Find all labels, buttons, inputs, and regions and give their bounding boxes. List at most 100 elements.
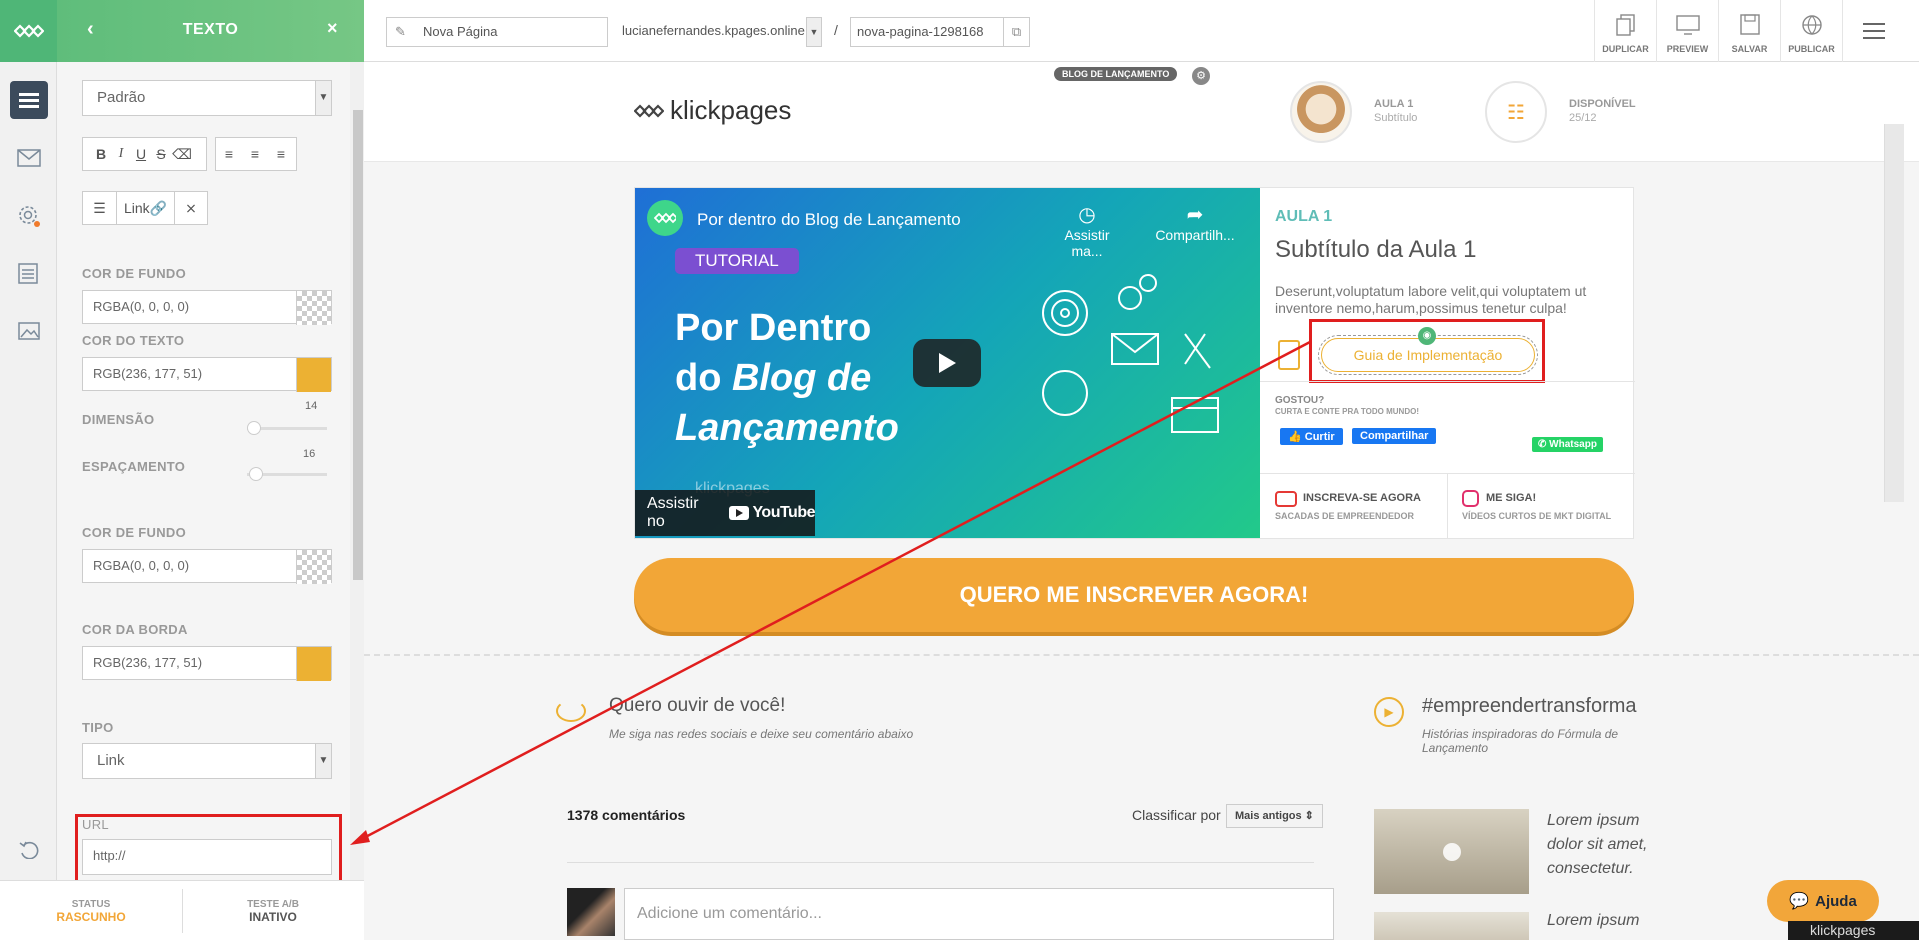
sort-label: Classificar por <box>1132 807 1221 823</box>
url-input[interactable]: http:// <box>82 839 332 875</box>
video-line2b: Blog de <box>731 357 872 399</box>
form-icon[interactable] <box>10 254 48 292</box>
page-name-input[interactable]: ✎ Nova Página <box>386 17 608 47</box>
font-select-value: Padrão <box>97 89 146 106</box>
text-color-field[interactable]: RGB(236, 177, 51) <box>82 357 332 392</box>
editor-canvas: BLOG DE LANÇAMENTO ⚙ klickpages AULA 1 S… <box>364 62 1919 940</box>
size-value[interactable]: 14 <box>305 400 317 412</box>
comments-heading: Quero ouvir de você! <box>609 695 786 716</box>
image-icon[interactable] <box>10 312 48 350</box>
comment-input[interactable]: Adicione um comentário... <box>624 888 1334 940</box>
help-button[interactable]: 💬 Ajuda <box>1767 880 1879 922</box>
klickpages-logo[interactable] <box>0 0 57 62</box>
bg-color-swatch[interactable] <box>296 291 331 325</box>
copy-icon[interactable]: ⧉ <box>1003 18 1029 46</box>
back-icon[interactable]: ‹ <box>87 18 94 41</box>
url-placeholder: http:// <box>93 848 126 863</box>
save-button[interactable]: SALVAR <box>1718 0 1780 62</box>
strikethrough-icon[interactable]: S <box>151 138 171 170</box>
youtube-icon[interactable] <box>1275 491 1297 507</box>
text-color-label: COR DO TEXTO <box>82 333 185 348</box>
menu-button[interactable] <box>1842 0 1904 62</box>
status-block[interactable]: STATUS RASCUNHO <box>0 899 182 924</box>
brand-logo: klickpages <box>634 95 791 126</box>
aula-description[interactable]: Deserunt,voluptatum labore velit,qui vol… <box>1275 283 1625 317</box>
spacing-slider-knob[interactable] <box>249 467 263 481</box>
italic-icon[interactable]: I <box>111 138 131 170</box>
video-thumbnail[interactable] <box>1374 809 1529 894</box>
chevron-down-icon[interactable]: ▼ <box>806 17 822 47</box>
video-share-button[interactable]: ➦ Compartilh... <box>1155 202 1235 243</box>
like-button[interactable]: 👍 Curtir <box>1280 428 1343 445</box>
speech-bubble-icon <box>556 700 586 722</box>
spacing-slider[interactable] <box>247 467 327 481</box>
font-select[interactable]: Padrão ▼ <box>82 80 332 116</box>
gostou-label: GOSTOU? <box>1275 395 1325 406</box>
domain-select[interactable]: lucianefernandes.kpages.online <box>622 17 805 47</box>
share-fb-button[interactable]: Compartilhar <box>1352 428 1437 444</box>
whatsapp-button[interactable]: ✆ Whatsapp <box>1532 437 1603 452</box>
calendar-icon: ☷ <box>1485 81 1547 143</box>
eye-icon[interactable]: ◉ <box>1418 327 1436 345</box>
align-right-icon[interactable]: ≡ <box>268 138 294 170</box>
preview-button[interactable]: PREVIEW <box>1656 0 1718 62</box>
border-color-field[interactable]: RGB(236, 177, 51) <box>82 646 332 681</box>
size-slider-knob[interactable] <box>247 421 261 435</box>
section-badge[interactable]: BLOG DE LANÇAMENTO <box>1054 67 1178 81</box>
watch-later-button[interactable]: ◷ Assistir ma... <box>1052 202 1122 259</box>
spacing-value[interactable]: 16 <box>303 448 315 460</box>
bg-color2-field[interactable]: RGBA(0, 0, 0, 0) <box>82 549 332 584</box>
chevron-down-icon: ▼ <box>315 744 331 778</box>
align-center-icon[interactable]: ≡ <box>242 138 268 170</box>
duplicate-button[interactable]: DUPLICAR <box>1594 0 1656 62</box>
bg-color2-swatch[interactable] <box>296 550 331 584</box>
clock-icon: ◷ <box>1078 204 1096 226</box>
canvas-scrollbar[interactable] <box>1884 124 1904 502</box>
video-thumbnail[interactable] <box>1374 912 1529 940</box>
sort-select[interactable]: Mais antigos ⇕ <box>1226 804 1323 828</box>
email-icon[interactable] <box>10 139 48 177</box>
underline-icon[interactable]: U <box>131 138 151 170</box>
whatsapp-label: Whatsapp <box>1549 439 1597 450</box>
video-caption-1[interactable]: Lorem ipsum dolor sit amet, consectetur. <box>1547 809 1677 881</box>
channel-avatar[interactable] <box>647 200 683 236</box>
settings-icon[interactable] <box>10 197 48 235</box>
publish-button[interactable]: PUBLICAR <box>1780 0 1842 62</box>
ab-test-block[interactable]: TESTE A/B INATIVO <box>182 899 364 924</box>
video-caption-2[interactable]: Lorem ipsum <box>1547 912 1677 930</box>
subscribe-title[interactable]: INSCREVA-SE AGORA <box>1303 492 1421 504</box>
type-select[interactable]: Link ▼ <box>82 743 332 779</box>
watch-on-youtube[interactable]: Assistir no YouTube <box>635 490 815 536</box>
bg-color2-label: COR DE FUNDO <box>82 525 186 540</box>
link-button[interactable]: Link 🔗 <box>117 192 175 224</box>
unlink-icon[interactable]: ⨯ <box>175 192 207 224</box>
eraser-icon[interactable]: ⌫ <box>171 138 193 170</box>
bg-color2-value: RGBA(0, 0, 0, 0) <box>93 558 190 573</box>
gear-icon[interactable]: ⚙ <box>1192 67 1210 85</box>
page-header[interactable]: BLOG DE LANÇAMENTO ⚙ klickpages AULA 1 S… <box>364 62 1919 162</box>
video-title[interactable]: Por dentro do Blog de Lançamento <box>697 210 961 230</box>
panel-scrollbar[interactable] <box>350 62 364 880</box>
align-left-icon[interactable]: ≡ <box>216 138 242 170</box>
bg-color-field[interactable]: RGBA(0, 0, 0, 0) <box>82 290 332 325</box>
hero-section: Por dentro do Blog de Lançamento TUTORIA… <box>634 187 1635 539</box>
instagram-icon[interactable] <box>1462 490 1479 507</box>
play-circle-icon: ▶ <box>1374 697 1404 727</box>
undo-icon[interactable] <box>10 830 48 868</box>
aula-title[interactable]: Subtítulo da Aula 1 <box>1275 236 1477 264</box>
slug-input[interactable]: nova-pagina-1298168 ⧉ <box>850 17 1030 47</box>
size-slider[interactable] <box>247 421 327 435</box>
video-player[interactable]: Por dentro do Blog de Lançamento TUTORIA… <box>635 188 1260 538</box>
duplicate-label: DUPLICAR <box>1602 44 1649 54</box>
text-color-swatch[interactable] <box>296 358 331 392</box>
cta-button[interactable]: QUERO ME INSCREVER AGORA! <box>634 558 1634 632</box>
list-icon[interactable]: ☰ <box>83 192 117 224</box>
scrollbar-thumb[interactable] <box>353 110 363 580</box>
close-icon[interactable]: × <box>327 18 338 39</box>
menu-icon[interactable] <box>10 81 48 119</box>
border-color-swatch[interactable] <box>296 647 331 681</box>
play-button[interactable] <box>913 339 981 387</box>
follow-title[interactable]: ME SIGA! <box>1486 492 1536 504</box>
ab-label: TESTE A/B <box>247 899 299 910</box>
bold-icon[interactable]: B <box>91 138 111 170</box>
